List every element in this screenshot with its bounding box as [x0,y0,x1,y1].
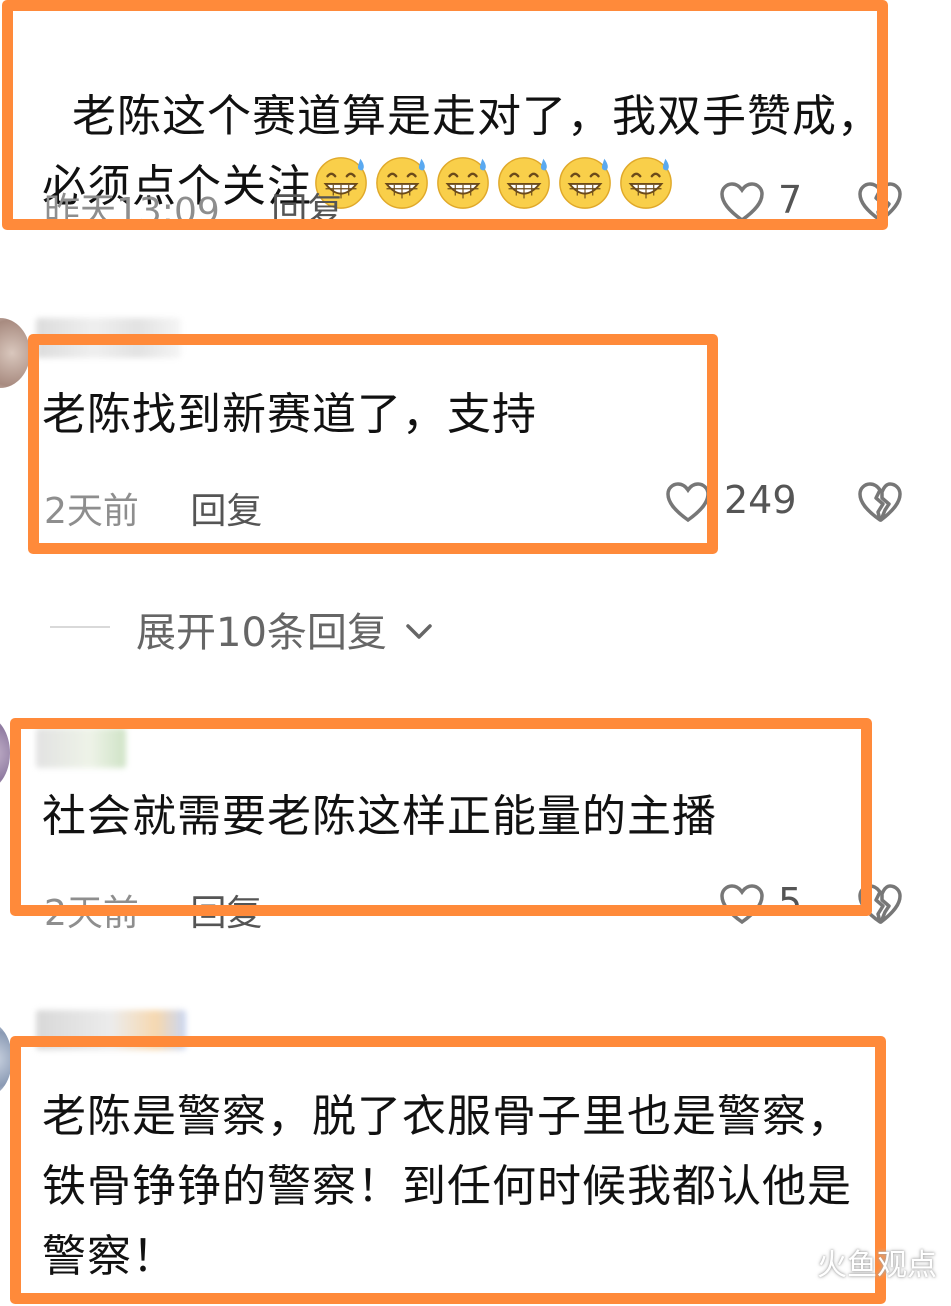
avatar[interactable] [0,318,30,388]
comment-2-like-count: 249 [724,478,797,522]
highlight-box-3 [10,718,872,916]
chevron-down-icon [405,624,432,639]
highlight-box-1 [2,0,888,230]
broken-heart-icon[interactable] [856,480,904,524]
watermark: 火鱼观点 [817,1248,937,1283]
highlight-box-2 [28,334,718,554]
highlight-box-4 [10,1036,886,1304]
expand-replies-label: 展开10条回复 [136,610,387,656]
expand-replies-button[interactable]: 展开10条回复 [136,600,434,658]
avatar[interactable] [0,716,10,790]
expand-divider-line [50,626,110,628]
